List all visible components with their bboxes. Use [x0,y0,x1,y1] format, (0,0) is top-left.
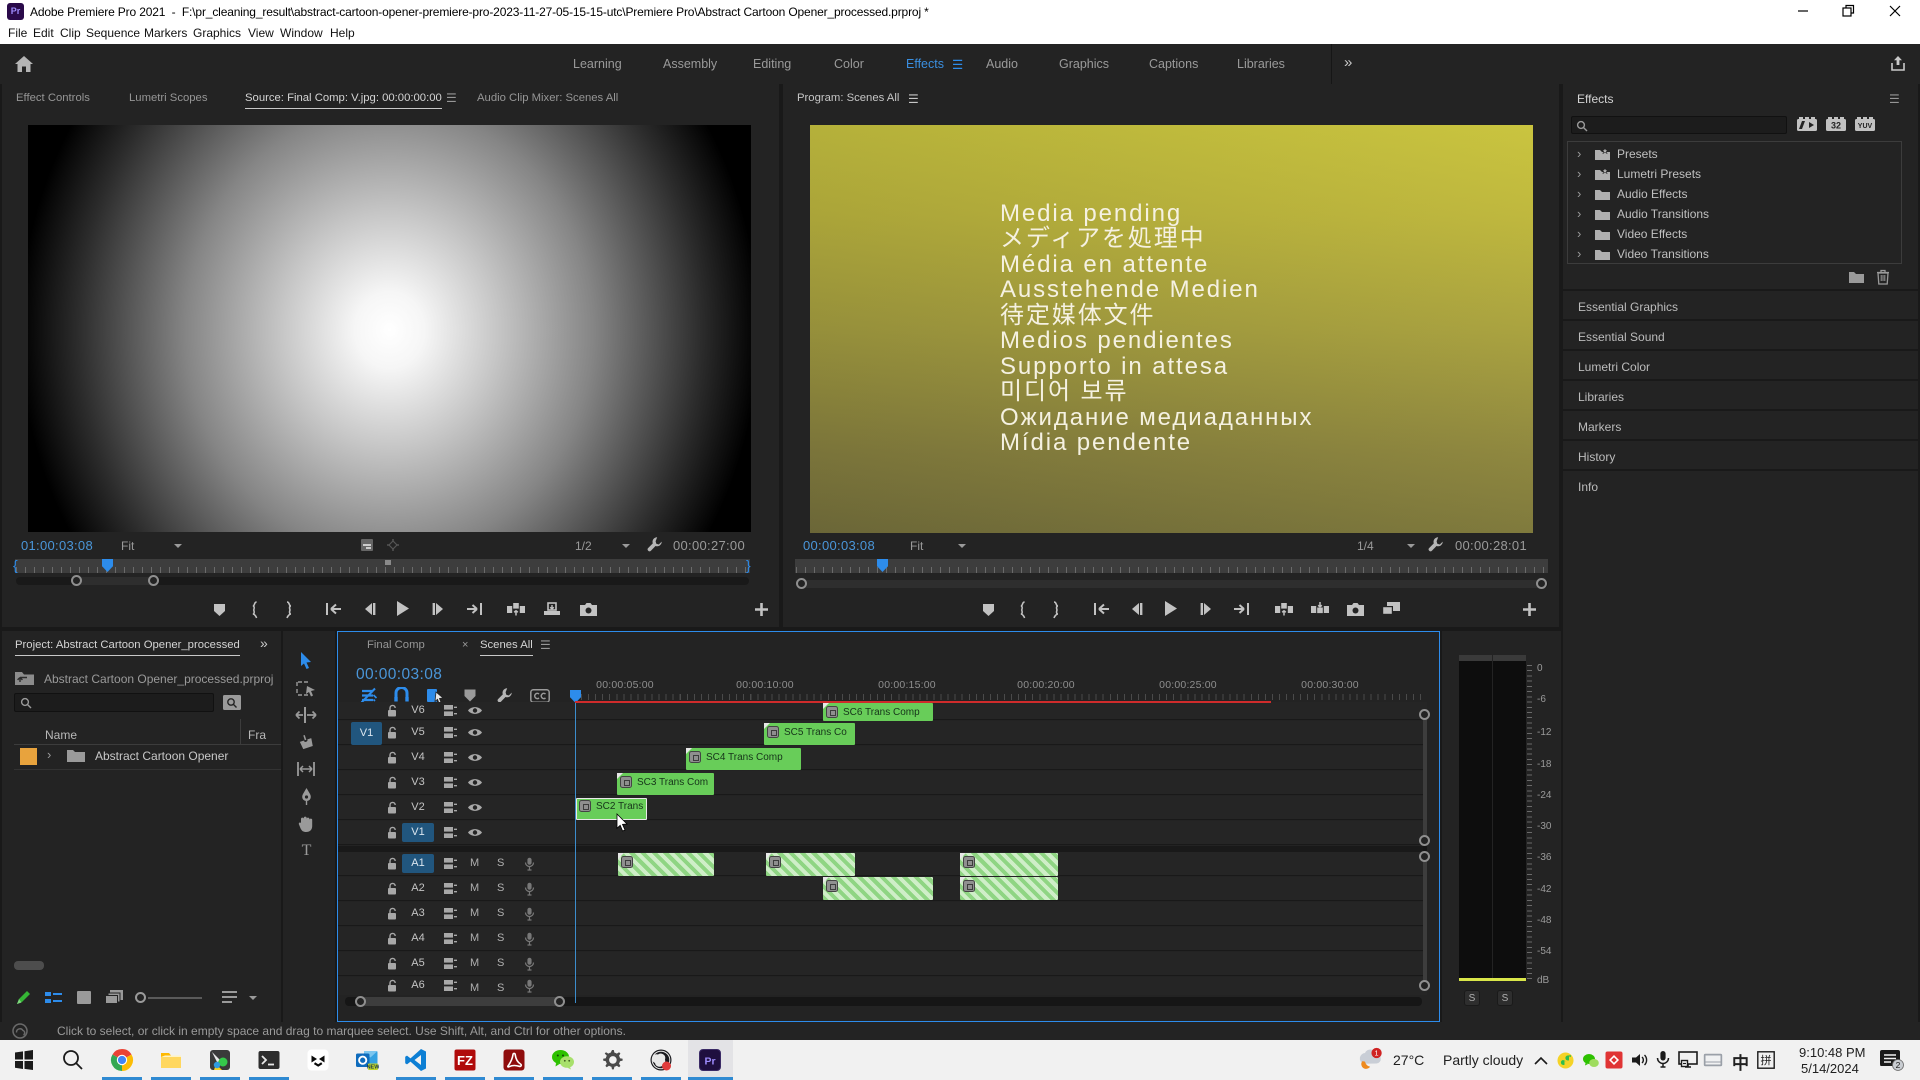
svg-text:32: 32 [1831,121,1841,131]
svg-text:Pr: Pr [704,1056,715,1068]
svg-text:2: 2 [1896,1060,1901,1070]
svg-text:YUV: YUV [1858,123,1873,130]
svg-text:拼: 拼 [1761,1053,1772,1067]
svg-text:NEW: NEW [367,1065,379,1071]
svg-text:1: 1 [1375,1048,1379,1057]
svg-text:FZ: FZ [457,1053,473,1068]
svg-text:T: T [302,842,312,858]
